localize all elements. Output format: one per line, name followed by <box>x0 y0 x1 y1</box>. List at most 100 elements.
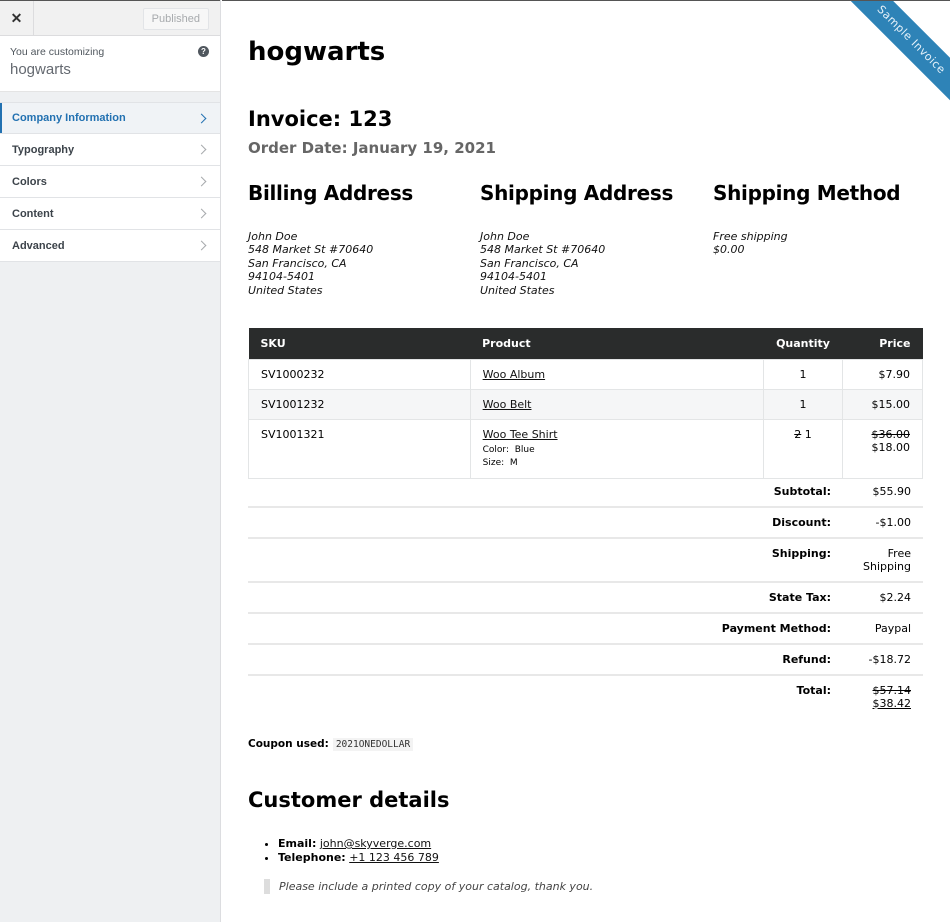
sku-cell: SV1000232 <box>248 358 471 390</box>
meta-label: Size: <box>482 457 505 468</box>
email-label: Email: <box>278 837 317 850</box>
sidebar-item-label: Content <box>12 207 54 220</box>
customer-telephone: Telephone: +1 123 456 789 <box>278 851 439 865</box>
column-header-product: Product <box>470 328 764 359</box>
totals-row: Subtotal: $55.90 <box>248 477 923 508</box>
chevron-right-icon <box>196 208 207 219</box>
refunded-price: $18.00 <box>871 440 911 454</box>
close-icon: ✕ <box>10 9 23 26</box>
totals-label: State Tax: <box>248 582 843 614</box>
coupon-used: Coupon used: 2021ONEDOLLAR <box>248 738 414 751</box>
shipping-line: United States <box>480 283 555 297</box>
price-cell: $7.90 <box>842 358 923 390</box>
shipping-method-line: Free shipping <box>713 230 788 243</box>
shipping-line: 548 Market St #70640 <box>480 243 606 257</box>
quantity-cell: 1 <box>763 388 844 420</box>
sku-cell: SV1001321 <box>248 418 471 479</box>
shipping-line: San Francisco, CA <box>480 256 579 270</box>
sidebar-item-company-information[interactable]: Company Information <box>0 102 220 134</box>
sidebar-item-colors[interactable]: Colors <box>0 166 220 198</box>
invoice-preview: Sample Invoice hogwarts Invoice: 123 Ord… <box>222 0 950 922</box>
refunded-total: $38.42 <box>872 697 912 710</box>
totals-label: Discount: <box>248 507 843 539</box>
totals-row: Refund: -$18.72 <box>248 644 923 676</box>
table-row: SV1001232 Woo Belt 1 $15.00 <box>248 388 923 420</box>
shipping-value-line: Free <box>887 547 911 560</box>
refunded-quantity: 1 <box>804 427 812 441</box>
original-price: $36.00 <box>871 427 911 441</box>
billing-line: 94104-5401 <box>248 270 315 284</box>
telephone-link[interactable]: +1 123 456 789 <box>349 851 439 864</box>
order-totals-table: Subtotal: $55.90 Discount: -$1.00 Shippi… <box>248 477 923 718</box>
sku-cell: SV1001232 <box>248 388 471 420</box>
telephone-label: Telephone: <box>278 851 346 864</box>
customer-email: Email: john@skyverge.com <box>278 837 439 851</box>
shipping-line: 94104-5401 <box>480 270 547 284</box>
sidebar-item-advanced[interactable]: Advanced <box>0 230 220 262</box>
shipping-address-heading: Shipping Address <box>480 181 674 205</box>
sidebar-item-typography[interactable]: Typography <box>0 134 220 166</box>
customer-details-list: Email: john@skyverge.com Telephone: +1 1… <box>278 837 439 865</box>
product-link[interactable]: Woo Album <box>483 368 545 381</box>
customizer-sidebar: ✕ Published You are customizing hogwarts… <box>0 0 221 922</box>
sample-ribbon: Sample Invoice <box>840 1 950 111</box>
shipping-address: Shipping Address John Doe 548 Market St … <box>480 181 700 297</box>
close-customizer-button[interactable]: ✕ <box>0 0 34 36</box>
table-row: SV1001321 Woo Tee Shirt Color: Blue Size… <box>248 418 923 479</box>
column-header-price: Price <box>842 328 923 359</box>
coupon-code: 2021ONEDOLLAR <box>332 738 414 751</box>
sample-ribbon-label: Sample Invoice <box>840 1 950 111</box>
chevron-right-icon <box>196 176 207 187</box>
site-title: hogwarts <box>248 37 386 67</box>
meta-value: Blue <box>514 444 535 455</box>
meta-value: M <box>509 457 518 468</box>
quantity-cell: 1 <box>763 358 844 390</box>
shipping-method: Shipping Method Free shipping $0.00 <box>713 181 933 257</box>
totals-value: $55.90 <box>843 477 923 508</box>
billing-line: John Doe <box>248 230 298 243</box>
shipping-method-line: $0.00 <box>713 243 745 257</box>
sidebar-item-label: Company Information <box>12 112 126 124</box>
product-link[interactable]: Woo Belt <box>483 398 532 411</box>
help-icon[interactable]: ? <box>198 46 209 57</box>
totals-value: -$18.72 <box>843 644 923 676</box>
shipping-method-heading: Shipping Method <box>713 181 901 205</box>
customizing-label: You are customizing <box>10 46 105 58</box>
sidebar-item-label: Typography <box>12 143 75 156</box>
column-header-sku: SKU <box>248 328 471 359</box>
customizer-header: ✕ Published <box>0 0 220 36</box>
totals-value: Free Shipping <box>843 538 923 583</box>
totals-row: Shipping: Free Shipping <box>248 538 923 583</box>
price-cell: $15.00 <box>842 388 923 420</box>
totals-label: Shipping: <box>248 538 843 583</box>
totals-value: -$1.00 <box>843 507 923 539</box>
original-quantity: 2 <box>794 427 802 441</box>
customer-details-heading: Customer details <box>248 788 450 812</box>
customizing-site-name: hogwarts <box>10 61 71 78</box>
billing-address-heading: Billing Address <box>248 181 414 205</box>
totals-row: Total: $57.14 $38.42 <box>248 675 923 718</box>
product-link[interactable]: Woo Tee Shirt <box>483 428 558 441</box>
totals-value: $2.24 <box>843 582 923 614</box>
totals-value: $57.14 $38.42 <box>843 675 923 718</box>
table-row: SV1000232 Woo Album 1 $7.90 <box>248 358 923 390</box>
totals-label: Total: <box>796 684 831 697</box>
email-link[interactable]: john@skyverge.com <box>320 837 431 850</box>
original-total: $57.14 <box>872 684 912 697</box>
published-button[interactable]: Published <box>142 8 209 30</box>
totals-row: State Tax: $2.24 <box>248 582 923 614</box>
customizing-info: You are customizing hogwarts ? <box>0 36 220 92</box>
product-cell: Woo Tee Shirt Color: Blue Size: M <box>469 418 765 479</box>
order-date: Order Date: January 19, 2021 <box>248 139 496 157</box>
billing-address: Billing Address John Doe 548 Market St #… <box>248 181 468 297</box>
shipping-line: John Doe <box>480 230 530 243</box>
meta-label: Color: <box>482 444 509 455</box>
product-cell: Woo Belt <box>469 388 765 420</box>
coupon-label: Coupon used: <box>248 738 329 750</box>
totals-label: Payment Method: <box>248 613 843 645</box>
totals-label: Refund: <box>248 644 843 676</box>
sidebar-item-content[interactable]: Content <box>0 198 220 230</box>
sidebar-item-label: Advanced <box>12 239 65 252</box>
shipping-value-line: Shipping <box>863 560 911 573</box>
quantity-cell: 2 1 <box>763 418 844 479</box>
